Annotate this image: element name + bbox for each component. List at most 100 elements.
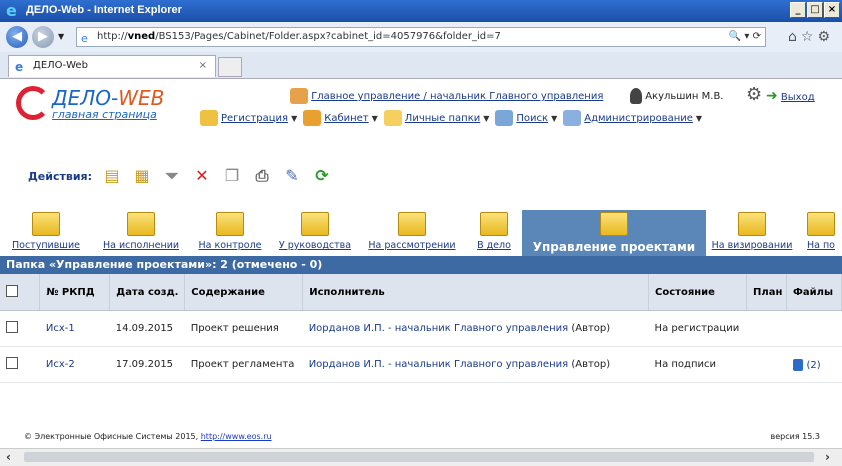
window-title: ДЕЛО-Web - Internet Explorer: [26, 4, 182, 16]
browser-tab[interactable]: e ДЕЛО-Web ×: [8, 55, 216, 77]
folder-tab-review[interactable]: На рассмотрении: [362, 210, 462, 256]
doc-date: 14.09.2015: [109, 310, 185, 347]
column-header-date[interactable]: Дата созд.: [109, 274, 186, 311]
folder-icon: [738, 212, 766, 236]
new-tab-button[interactable]: [218, 57, 242, 77]
back-button[interactable]: ◀: [6, 26, 28, 48]
folder-tab-management[interactable]: У руководства: [272, 210, 358, 256]
folder-tabs: Поступившие На исполнении На контроле У …: [0, 210, 842, 256]
url-prefix: http://: [97, 31, 128, 42]
url-actions[interactable]: 🔍 ▾ ⟳: [729, 28, 761, 46]
folder-tab-in-progress[interactable]: На исполнении: [96, 210, 186, 256]
filter-icon[interactable]: ⏷: [162, 166, 182, 186]
window-controls: _ □ ×: [790, 2, 840, 18]
settings-gear-icon[interactable]: ⚙: [746, 84, 762, 105]
column-header-content[interactable]: Содержание: [184, 274, 304, 311]
menu-cabinet[interactable]: Кабинет ▼: [303, 110, 378, 126]
executor-role: (Автор): [571, 359, 611, 370]
logo-name: ДЕЛО-WEB: [52, 86, 165, 110]
org-link[interactable]: Главное управление / начальник Главного …: [290, 88, 603, 104]
exit-label[interactable]: Выход: [781, 92, 815, 103]
actions-toolbar: Действия: ▤ ▦ ⏷ ✕ ❐ ⎙ ✎ ⟳: [28, 166, 332, 186]
minimize-button[interactable]: _: [790, 2, 806, 18]
exit-link[interactable]: ➜ Выход: [766, 88, 815, 104]
home-link[interactable]: главная страница: [52, 108, 157, 121]
doc-content: Проект регламента: [184, 346, 303, 383]
print-icon[interactable]: ⎙: [252, 166, 272, 186]
administration-icon: [563, 110, 582, 126]
url-path: /BS153/Pages/Cabinet/Folder.aspx?cabinet…: [155, 31, 501, 42]
calendar-icon[interactable]: ▦: [132, 166, 152, 186]
create-document-icon[interactable]: ▤: [102, 166, 122, 186]
doc-number-link[interactable]: Исх-2: [39, 346, 110, 383]
column-header-files[interactable]: Файлы: [786, 274, 842, 311]
copy-icon[interactable]: ❐: [222, 166, 242, 186]
personal-folders-icon: [383, 110, 402, 126]
doc-files[interactable]: (2): [786, 346, 842, 383]
documents-table: № РКПД Дата созд. Содержание Исполнитель…: [0, 274, 842, 383]
folder-icon: [32, 212, 60, 236]
doc-executor: Иорданов И.П. - начальник Главного управ…: [302, 310, 649, 347]
menu-personal-folders[interactable]: Личные папки ▼: [383, 110, 489, 126]
doc-files: [786, 310, 842, 347]
tab-title: ДЕЛО-Web: [33, 60, 88, 71]
folder-tab-incoming[interactable]: Поступившие: [0, 210, 92, 256]
toolbar-icons[interactable]: ⌂☆⚙: [788, 29, 834, 45]
maximize-button[interactable]: □: [807, 2, 823, 18]
folder-tab-approval[interactable]: На визировании: [708, 210, 796, 256]
refresh-icon[interactable]: ⟳: [312, 166, 332, 186]
table-row[interactable]: Исх-2 17.09.2015 Проект регламента Иорда…: [0, 346, 842, 383]
close-button[interactable]: ×: [824, 2, 840, 18]
history-dropdown-icon[interactable]: ▼: [58, 32, 64, 41]
table-row[interactable]: Исх-1 14.09.2015 Проект решения Иорданов…: [0, 310, 842, 347]
executor-link[interactable]: Иорданов И.П. - начальник Главного управ…: [309, 323, 568, 334]
folder-icon: [301, 212, 329, 236]
page-icon: e: [81, 32, 88, 45]
select-all-checkbox[interactable]: [0, 274, 41, 311]
url-field[interactable]: e http://vned/BS153/Pages/Cabinet/Folder…: [76, 27, 766, 47]
executor-link[interactable]: Иорданов И.П. - начальник Главного управ…: [309, 359, 568, 370]
doc-date: 17.09.2015: [109, 346, 185, 383]
column-header-executor[interactable]: Исполнитель: [302, 274, 650, 311]
logo-swirl-icon: [16, 86, 50, 120]
folder-tab-project-management[interactable]: Управление проектами: [522, 210, 706, 256]
app-logo[interactable]: ДЕЛО-WEB главная страница: [16, 84, 196, 124]
menu-administration[interactable]: Администрирование ▼: [563, 110, 702, 126]
folder-tab-on-control[interactable]: На контроле: [190, 210, 270, 256]
folder-tab-archive[interactable]: В дело: [468, 210, 520, 256]
horizontal-scrollbar[interactable]: ‹ ›: [0, 448, 842, 466]
tab-ie-icon: e: [15, 60, 24, 74]
ie-logo-icon: e: [6, 1, 17, 20]
doc-plan: [746, 310, 787, 347]
column-header-plan[interactable]: План: [746, 274, 787, 311]
org-icon: [290, 88, 308, 104]
org-label[interactable]: Главное управление / начальник Главного …: [311, 91, 603, 102]
current-user: Акульшин М.В.: [630, 88, 723, 104]
table-header-row: № РКПД Дата созд. Содержание Исполнитель…: [0, 274, 842, 311]
tab-close-icon[interactable]: ×: [199, 56, 207, 76]
scroll-left-icon[interactable]: ‹: [6, 449, 11, 465]
column-header-state[interactable]: Состояние: [648, 274, 748, 311]
doc-number-link[interactable]: Исх-1: [39, 310, 110, 347]
forward-button[interactable]: ▶: [32, 26, 54, 48]
column-header-num[interactable]: № РКПД: [39, 274, 111, 311]
scroll-thumb[interactable]: [24, 452, 814, 462]
browser-tabbar: e ДЕЛО-Web ×: [0, 52, 842, 79]
copyright-text: © Электронные Офисные Системы 2015,: [24, 432, 199, 441]
folder-icon: [600, 212, 628, 236]
scroll-right-icon[interactable]: ›: [825, 449, 830, 465]
menu-registration[interactable]: Регистрация ▼: [200, 110, 297, 126]
doc-content: Проект решения: [184, 310, 303, 347]
attachment-icon[interactable]: [792, 358, 803, 371]
exit-arrow-icon: ➜: [766, 88, 778, 104]
delete-icon[interactable]: ✕: [192, 166, 212, 186]
eos-link[interactable]: http://www.eos.ru: [201, 432, 272, 441]
row-checkbox[interactable]: [0, 310, 40, 347]
menu-search[interactable]: Поиск ▼: [495, 110, 557, 126]
folder-tab-signing[interactable]: На по: [800, 210, 842, 256]
files-count-link[interactable]: (2): [807, 360, 821, 371]
row-checkbox[interactable]: [0, 346, 40, 383]
attach-icon[interactable]: ✎: [282, 166, 302, 186]
actions-label: Действия:: [28, 169, 92, 183]
user-name: Акульшин М.В.: [645, 91, 724, 102]
